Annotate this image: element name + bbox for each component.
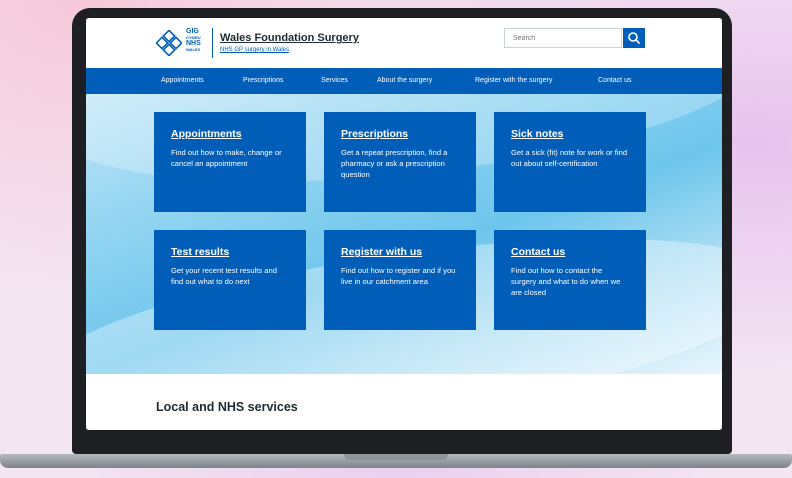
main-navigation: Appointments Prescriptions Services Abou… (86, 68, 722, 94)
card-description: Find out how to make, change or cancel a… (171, 148, 282, 168)
card-test-results[interactable]: Test results Get your recent test result… (154, 230, 306, 330)
card-prescriptions[interactable]: Prescriptions Get a repeat prescription,… (324, 112, 476, 212)
site-subtitle: NHS GP surgery in Wales (220, 47, 290, 53)
nav-item-appointments[interactable]: Appointments (161, 77, 204, 84)
logo-line-nhs: NHS (186, 40, 201, 47)
logo-divider (212, 28, 213, 58)
browser-screen: GIG CYMRU NHS WALES Wales Foundation Sur… (86, 18, 722, 430)
card-title[interactable]: Register with us (341, 246, 459, 258)
logo-line-gig: GIG (186, 28, 199, 35)
card-sick-notes[interactable]: Sick notes Get a sick (fit) note for wor… (494, 112, 646, 212)
nhs-wales-logo-icon (156, 30, 182, 56)
site-header: GIG CYMRU NHS WALES Wales Foundation Sur… (86, 18, 722, 68)
search-icon (628, 32, 640, 44)
card-description: Get a sick (fit) note for work or find o… (511, 148, 628, 168)
nav-item-services[interactable]: Services (321, 77, 348, 84)
card-description: Get a repeat prescription, find a pharma… (341, 148, 448, 179)
card-description: Get your recent test results and find ou… (171, 266, 277, 286)
card-description: Find out how to register and if you live… (341, 266, 456, 286)
card-title[interactable]: Test results (171, 246, 289, 258)
card-title[interactable]: Appointments (171, 128, 289, 140)
card-description: Find out how to contact the surgery and … (511, 266, 621, 297)
card-register-with-us[interactable]: Register with us Find out how to registe… (324, 230, 476, 330)
card-contact-us[interactable]: Contact us Find out how to contact the s… (494, 230, 646, 330)
search-button[interactable] (623, 28, 645, 48)
local-services-section: Local and NHS services (86, 374, 722, 430)
site-title-link[interactable]: Wales Foundation Surgery (220, 32, 359, 44)
nav-item-register-with-the-surgery[interactable]: Register with the surgery (475, 77, 552, 84)
laptop-notch (344, 454, 448, 460)
nav-item-about-the-surgery[interactable]: About the surgery (377, 77, 432, 84)
hero-banner: Appointments Find out how to make, chang… (86, 94, 722, 374)
search-input[interactable] (504, 28, 622, 48)
nav-item-contact-us[interactable]: Contact us (598, 77, 631, 84)
card-title[interactable]: Prescriptions (341, 128, 459, 140)
logo-line-wales: WALES (186, 47, 201, 52)
nav-item-prescriptions[interactable]: Prescriptions (243, 77, 283, 84)
nhs-wales-logo-text: GIG CYMRU NHS WALES (186, 28, 201, 52)
section-heading: Local and NHS services (156, 400, 298, 414)
card-title[interactable]: Contact us (511, 246, 629, 258)
card-appointments[interactable]: Appointments Find out how to make, chang… (154, 112, 306, 212)
card-title[interactable]: Sick notes (511, 128, 629, 140)
